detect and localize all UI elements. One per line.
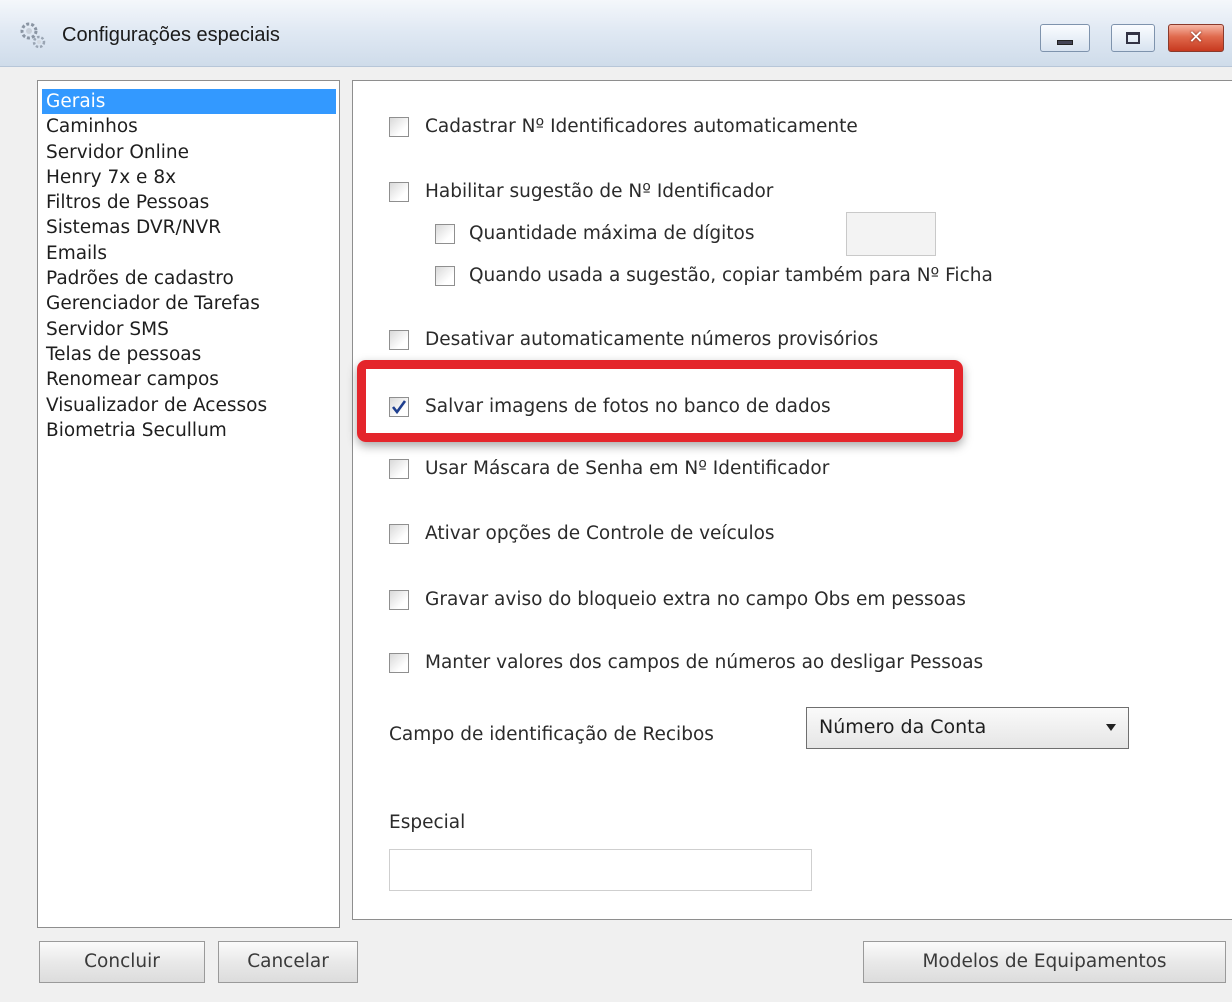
max-digits-input[interactable] <box>846 212 936 256</box>
option-label: Habilitar sugestão de Nº Identificador <box>425 181 774 202</box>
sidebar-item-filtros-pessoas[interactable]: Filtros de Pessoas <box>42 190 336 215</box>
concluir-button[interactable]: Concluir <box>39 941 205 983</box>
option-label: Ativar opções de Controle de veículos <box>425 523 775 544</box>
checkbox[interactable] <box>389 653 409 673</box>
checkbox[interactable] <box>389 459 409 479</box>
config-window: Configurações especiais ✕ Gerais Caminho… <box>0 0 1232 1002</box>
option-label: Gravar aviso do bloqueio extra no campo … <box>425 589 966 610</box>
window-title: Configurações especiais <box>62 24 280 46</box>
close-icon: ✕ <box>1188 27 1204 48</box>
option-label: Usar Máscara de Senha em Nº Identificado… <box>425 458 830 479</box>
option-label: Quando usada a sugestão, copiar também p… <box>469 265 993 286</box>
checkbox[interactable] <box>389 590 409 610</box>
checkbox[interactable] <box>435 266 455 286</box>
option-mascara-senha[interactable]: Usar Máscara de Senha em Nº Identificado… <box>389 457 829 481</box>
sidebar-item-visualizador-acessos[interactable]: Visualizador de Acessos <box>42 393 336 418</box>
sidebar-item-emails[interactable]: Emails <box>42 241 336 266</box>
especial-label: Especial <box>389 812 466 833</box>
option-manter-valores[interactable]: Manter valores dos campos de números ao … <box>389 651 983 675</box>
settings-category-list[interactable]: Gerais Caminhos Servidor Online Henry 7x… <box>37 80 340 928</box>
checkbox[interactable] <box>389 524 409 544</box>
option-label: Desativar automaticamente números provis… <box>425 329 879 350</box>
sidebar-item-biometria[interactable]: Biometria Secullum <box>42 418 336 443</box>
option-label: Cadastrar Nº Identificadores automaticam… <box>425 116 858 137</box>
checkbox[interactable] <box>389 397 409 417</box>
checkbox[interactable] <box>389 182 409 202</box>
sidebar-item-caminhos[interactable]: Caminhos <box>42 114 336 139</box>
minimize-button[interactable] <box>1040 24 1090 52</box>
option-habilitar-sugestao[interactable]: Habilitar sugestão de Nº Identificador <box>389 180 773 204</box>
sidebar-item-renomear-campos[interactable]: Renomear campos <box>42 367 336 392</box>
option-label: Quantidade máxima de dígitos <box>469 223 755 244</box>
sidebar-item-henry[interactable]: Henry 7x e 8x <box>42 165 336 190</box>
sidebar-item-gerais[interactable]: Gerais <box>42 89 336 115</box>
title-bar: Configurações especiais ✕ <box>0 0 1232 67</box>
option-cadastrar-auto[interactable]: Cadastrar Nº Identificadores automaticam… <box>389 115 858 139</box>
option-qtd-max-digitos[interactable]: Quantidade máxima de dígitos <box>435 222 755 246</box>
sidebar-item-telas-pessoas[interactable]: Telas de pessoas <box>42 342 336 367</box>
checkmark-icon <box>391 400 407 415</box>
option-desativar-provisorios[interactable]: Desativar automaticamente números provis… <box>389 328 878 352</box>
modelos-equipamentos-button[interactable]: Modelos de Equipamentos <box>863 941 1226 983</box>
cancelar-button[interactable]: Cancelar <box>218 941 358 983</box>
checkbox[interactable] <box>389 117 409 137</box>
maximize-icon <box>1126 32 1140 44</box>
recibos-select[interactable]: Número da Conta <box>806 707 1129 749</box>
option-controle-veiculos[interactable]: Ativar opções de Controle de veículos <box>389 522 775 546</box>
checkbox[interactable] <box>435 224 455 244</box>
recibos-field-label: Campo de identificação de Recibos <box>389 724 714 745</box>
sidebar-item-servidor-online[interactable]: Servidor Online <box>42 140 336 165</box>
option-copiar-ficha[interactable]: Quando usada a sugestão, copiar também p… <box>435 264 993 288</box>
minimize-icon <box>1057 39 1073 45</box>
settings-content-panel <box>352 80 1232 920</box>
chevron-down-icon <box>1106 724 1116 731</box>
maximize-button[interactable] <box>1111 24 1155 52</box>
gear-icon <box>16 18 50 52</box>
option-label: Manter valores dos campos de números ao … <box>425 652 984 673</box>
option-aviso-bloqueio[interactable]: Gravar aviso do bloqueio extra no campo … <box>389 588 966 612</box>
especial-input[interactable] <box>389 849 812 891</box>
sidebar-item-padroes-cadastro[interactable]: Padrões de cadastro <box>42 266 336 291</box>
sidebar-item-servidor-sms[interactable]: Servidor SMS <box>42 317 336 342</box>
sidebar-item-sistemas-dvr[interactable]: Sistemas DVR/NVR <box>42 215 336 240</box>
sidebar-item-gerenciador-tarefas[interactable]: Gerenciador de Tarefas <box>42 291 336 316</box>
option-salvar-imagens[interactable]: Salvar imagens de fotos no banco de dado… <box>389 395 831 419</box>
option-label: Salvar imagens de fotos no banco de dado… <box>425 396 831 417</box>
close-button[interactable]: ✕ <box>1168 24 1224 52</box>
checkbox[interactable] <box>389 330 409 350</box>
recibos-select-value: Número da Conta <box>819 716 987 738</box>
